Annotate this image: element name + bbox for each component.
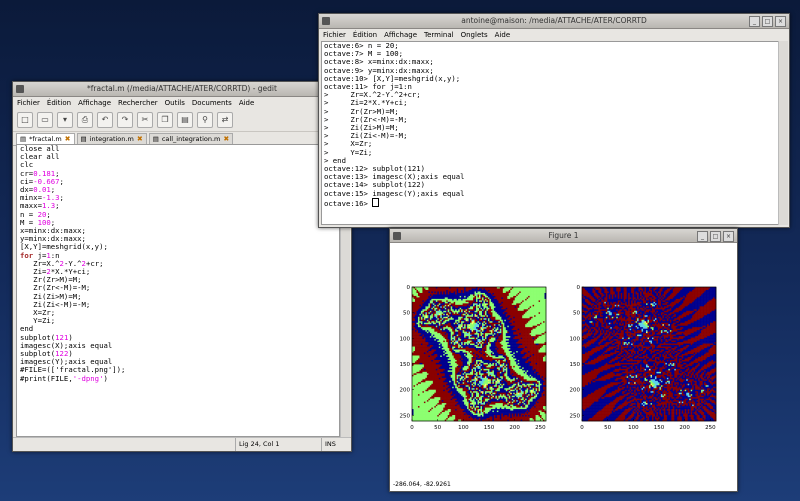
code-line: dx=0.01; <box>17 185 339 194</box>
gedit-titlebar[interactable]: *fractal.m (/media/ATTACHE/ATER/CORRTD) … <box>13 82 351 97</box>
code-line: Zi(Zi<-M)=-M; <box>17 300 339 309</box>
code-line: minx=-1.3; <box>17 194 339 202</box>
terminal-line: octave:15> imagesc(Y);axis equal <box>324 188 465 198</box>
menu-item-1[interactable]: Édition <box>353 29 377 41</box>
gedit-menubar: Fichier Édition Affichage Rechercher Outils D… <box>13 97 351 109</box>
figure-canvas[interactable]: 0 50 100 150 200 2500501001502002500 50 100 150 2… <box>390 242 735 474</box>
maximize-icon[interactable]: □ <box>710 231 721 242</box>
code-line: close all <box>17 145 339 153</box>
minimize-icon[interactable]: _ <box>749 16 760 27</box>
terminal-scrollbar[interactable] <box>778 41 788 225</box>
terminal-line: > Zi(Zi<-M)=-M; <box>324 131 408 141</box>
window-menu-icon[interactable] <box>16 85 24 93</box>
figure-title: Figure 1 <box>548 231 579 240</box>
code-editor[interactable]: close all clear all clc cr=0.181; ci=-0.667;… <box>16 144 340 437</box>
open-file-icon[interactable]: ▭ <box>37 112 53 128</box>
code-line: X=Zr; <box>17 308 339 317</box>
window-menu-icon[interactable] <box>322 17 330 25</box>
code-token: '-dpng' <box>72 373 104 383</box>
code-line: #print(FILE,'-dpng') <box>17 373 339 383</box>
terminal-line: > Y=Zi; <box>324 147 373 157</box>
menu-item-6[interactable]: Aide <box>239 97 254 109</box>
paste-icon[interactable]: ▤ <box>177 112 193 128</box>
terminal-cursor <box>372 197 380 207</box>
menu-item-3[interactable]: Rechercher <box>118 97 158 109</box>
maximize-icon[interactable]: □ <box>762 16 773 27</box>
cut-icon[interactable]: ✂ <box>137 112 153 128</box>
code-line: n = 20; <box>17 210 339 219</box>
menu-item-1[interactable]: Édition <box>47 97 71 109</box>
figure-window: Figure 1 _ □ × 0 50 100 150 200 250 0 50 100 150 2… <box>389 228 738 492</box>
menu-item-3[interactable]: Terminal <box>424 29 454 41</box>
code-line: [X,Y]=meshgrid(x,y); <box>17 243 339 251</box>
gedit-statusbar: Lig 24, Col 1 INS <box>13 437 351 451</box>
gedit-toolbar: □ ▭ ▾ ⎙ ↶ ↷ ✂ ❐ ▤ ⚲ ⇄ <box>13 109 351 132</box>
terminal-menubar: Fichier Édition Affichage Terminal Onglets Ai… <box>319 29 789 41</box>
terminal-line: > X=Zr; <box>324 139 373 149</box>
terminal-title: antoine@maison: /media/ATTACHE/ATER/CORR… <box>461 16 647 25</box>
close-icon[interactable]: × <box>775 16 786 27</box>
close-icon[interactable]: × <box>723 231 734 242</box>
code-line: clc <box>17 161 339 169</box>
undo-icon[interactable]: ↶ <box>97 112 113 128</box>
gedit-title: *fractal.m (/media/ATTACHE/ATER/CORRTD) … <box>87 84 277 93</box>
replace-icon[interactable]: ⇄ <box>217 112 233 128</box>
code-token: ; <box>59 193 64 203</box>
print-icon[interactable]: ⎙ <box>77 112 93 128</box>
code-line: cr=0.181; <box>17 169 339 178</box>
menu-item-2[interactable]: Affichage <box>78 97 111 109</box>
terminal-line: octave:16> <box>322 197 778 208</box>
terminal-window: antoine@maison: /media/ATTACHE/ATER/CORR… <box>318 13 790 228</box>
menu-item-0[interactable]: Fichier <box>17 97 40 109</box>
terminal-output[interactable]: octave:6> n = 20; octave:7> M = 100; octav… <box>321 41 779 225</box>
save-icon[interactable]: ▾ <box>57 112 73 128</box>
figure-titlebar[interactable]: Figure 1 _ □ × <box>390 229 737 243</box>
window-menu-icon[interactable] <box>393 232 401 240</box>
code-token: #print(FILE, <box>20 373 73 383</box>
code-line: ci=-0.667; <box>17 176 339 186</box>
insert-mode: INS <box>321 438 336 451</box>
cursor-position: Lig 24, Col 1 <box>235 438 280 451</box>
copy-icon[interactable]: ❐ <box>157 112 173 128</box>
menu-item-0[interactable]: Fichier <box>323 29 346 41</box>
gedit-window: *fractal.m (/media/ATTACHE/ATER/CORRTD) … <box>12 81 352 452</box>
menu-item-5[interactable]: Documents <box>192 97 232 109</box>
code-token: ) <box>103 373 108 383</box>
terminal-titlebar[interactable]: antoine@maison: /media/ATTACHE/ATER/CORR… <box>319 14 789 29</box>
search-icon[interactable]: ⚲ <box>197 112 213 128</box>
menu-item-5[interactable]: Aide <box>495 29 510 41</box>
redo-icon[interactable]: ↷ <box>117 112 133 128</box>
minimize-icon[interactable]: _ <box>697 231 708 242</box>
new-file-icon[interactable]: □ <box>17 112 33 128</box>
menu-item-4[interactable]: Onglets <box>461 29 488 41</box>
code-line: maxx=1.3; <box>17 202 339 210</box>
heatmap-1[interactable] <box>412 287 547 422</box>
code-token: ; <box>55 201 60 211</box>
menu-item-2[interactable]: Affichage <box>384 29 417 41</box>
code-token: ; <box>59 176 64 186</box>
code-line: clear all <box>17 153 339 161</box>
menu-item-4[interactable]: Outils <box>165 97 185 109</box>
code-line: Y=Zi; <box>17 317 339 325</box>
